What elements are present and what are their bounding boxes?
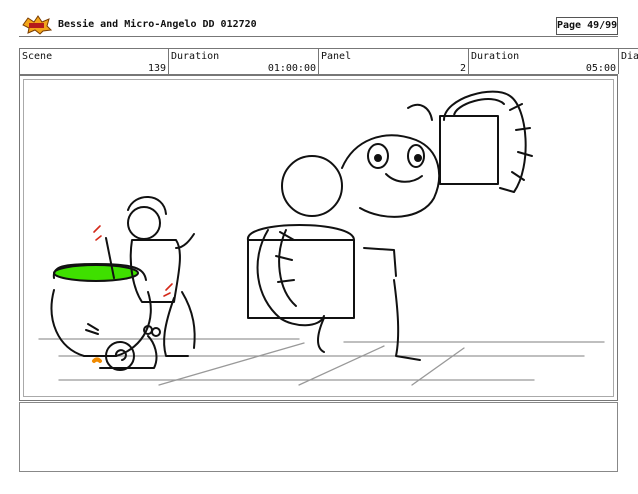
cauldron-drawing xyxy=(50,263,152,357)
scene-label: Scene xyxy=(22,51,53,62)
field-separator xyxy=(168,48,169,74)
storyboard-panel xyxy=(23,79,614,397)
header-divider-top xyxy=(19,36,618,37)
field-separator xyxy=(618,48,619,74)
panel-sketch xyxy=(38,90,605,386)
studio-logo-icon xyxy=(22,15,53,35)
fields-divider-top xyxy=(19,48,638,49)
panel-label: Panel xyxy=(321,51,352,62)
duration-value-2: 05:00 xyxy=(585,63,616,74)
field-separator xyxy=(318,48,319,74)
page-number: Page 49/99 xyxy=(556,17,618,35)
duration-value: 01:00:00 xyxy=(267,63,316,74)
floor-lines xyxy=(38,338,605,386)
creature-drawing xyxy=(247,90,533,361)
scene-value: 139 xyxy=(147,63,166,74)
dialogue-label: Dia xyxy=(621,51,638,62)
duration-label: Duration xyxy=(171,51,220,62)
document-title: Bessie and Micro-Angelo DD 012720 xyxy=(58,19,257,30)
field-separator xyxy=(19,48,20,74)
duration-label-2: Duration xyxy=(471,51,520,62)
dialogue-notes-box xyxy=(19,402,618,472)
panel-value: 2 xyxy=(459,63,466,74)
snail-drawing xyxy=(92,325,161,371)
field-separator xyxy=(468,48,469,74)
